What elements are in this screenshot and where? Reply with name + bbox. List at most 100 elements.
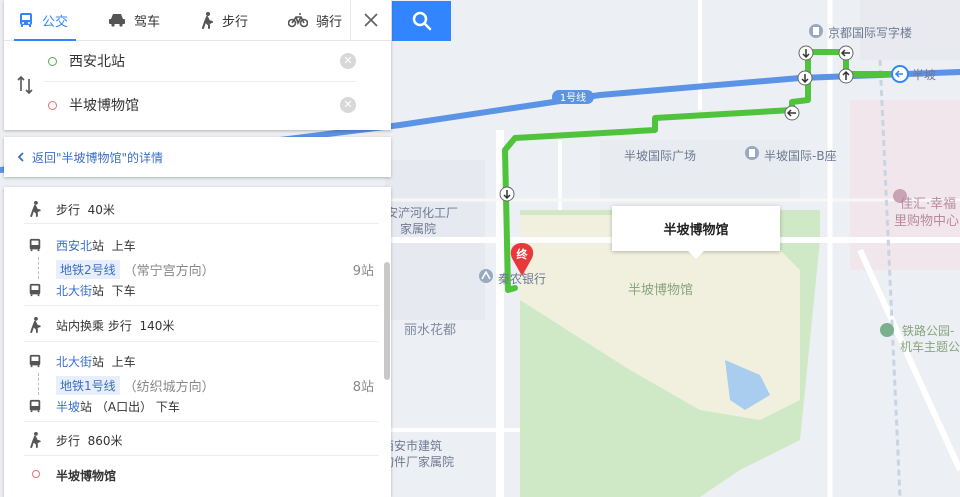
start-dot-icon	[48, 56, 57, 66]
board-action: 上车	[111, 239, 136, 253]
map-label-lishui: 丽水花都	[404, 323, 457, 338]
map-label-park-1: 铁路公园-	[902, 324, 955, 338]
chevron-left-icon	[17, 152, 24, 162]
tab-transit-label: 公交	[42, 14, 69, 30]
map-label-banpo-station: 半坡	[912, 68, 937, 82]
divider	[24, 305, 379, 306]
alight-station-link[interactable]: 半坡	[56, 400, 80, 414]
map-label-jiahui-2: 里购物中心	[894, 214, 960, 229]
destination-callout: 半坡博物馆	[612, 206, 780, 259]
tab-drive[interactable]: 驾车	[94, 0, 170, 40]
tab-bike[interactable]: 骑行	[274, 0, 352, 40]
route-direction-marker	[838, 45, 854, 61]
tab-bike-label: 骑行	[316, 14, 343, 30]
tab-drive-label: 驾车	[134, 14, 161, 30]
board-station-suffix: 站	[92, 355, 105, 369]
bus-icon	[29, 399, 41, 413]
close-button[interactable]	[350, 0, 391, 40]
clear-start-button[interactable]: ✕	[340, 53, 356, 69]
route-direction-marker	[798, 45, 814, 61]
board-station-link[interactable]: 北大街	[56, 355, 92, 369]
line-direction: （常宁宫方向）	[123, 264, 215, 279]
alight-exit: （A口出）	[95, 400, 153, 414]
destination-name: 半坡博物馆	[56, 469, 117, 483]
route-search-panel: 公交 驾车 步行 骑行 西安北站 ✕ 半坡博物馆 ✕	[4, 0, 391, 130]
map-label-anchan-1: 安浐河化工厂	[386, 206, 459, 220]
end-field[interactable]: 半坡博物馆 ✕	[44, 85, 356, 125]
walk-icon	[30, 432, 41, 448]
alight-station-suffix: 站	[80, 400, 93, 414]
map-label-jianzhu-1: 西安市建筑	[382, 439, 443, 453]
tab-walk-label: 步行	[222, 14, 249, 30]
end-dot-icon	[48, 100, 57, 110]
divider	[24, 223, 379, 224]
walk-icon	[30, 317, 41, 333]
bus-icon	[20, 13, 32, 27]
walk-icon	[202, 11, 214, 29]
route-direction-marker	[838, 68, 854, 84]
route-connector	[38, 257, 40, 279]
alight-action: 下车	[111, 284, 136, 298]
metro-line-label: 1号线	[560, 91, 586, 104]
map-label-banpo-plaza: 半坡国际广场	[624, 149, 697, 163]
line-direction: （纺织城方向）	[123, 380, 215, 395]
map-label-banpo-b: 半坡国际-B座	[764, 149, 837, 163]
step-walk-distance: 860米	[87, 434, 123, 448]
alight-action: 下车	[155, 400, 180, 414]
clear-end-button[interactable]: ✕	[340, 97, 356, 113]
route-inputs: 西安北站 ✕ 半坡博物馆 ✕	[4, 41, 391, 130]
car-icon	[109, 14, 126, 27]
back-link-label: 返回"半坡博物馆"的详情	[32, 150, 164, 165]
walk-icon	[30, 201, 41, 217]
end-dot-icon	[32, 470, 40, 478]
scrollbar[interactable]	[384, 262, 390, 380]
route-steps-panel: 步行 40米 西安北站 上车 地铁2号线 （常宁宫方向） 9站 北大街站 下车 …	[4, 187, 391, 497]
route-direction-marker	[784, 105, 800, 121]
transfer-text: 站内换乘	[56, 319, 105, 333]
building-poi-icon	[745, 146, 759, 160]
building-poi-icon	[809, 24, 823, 38]
route-connector	[38, 373, 40, 395]
metro-line-badge[interactable]: 地铁1号线	[56, 376, 120, 395]
bus-icon	[29, 354, 41, 368]
alight-station-suffix: 站	[92, 284, 105, 298]
map-label-anchan-2: 家属院	[400, 222, 437, 236]
start-marker[interactable]	[891, 65, 909, 83]
tab-transit[interactable]: 公交	[4, 0, 78, 40]
transport-mode-tabs: 公交 驾车 步行 骑行	[4, 0, 391, 41]
bank-poi-icon	[479, 269, 493, 283]
divider	[24, 455, 379, 456]
line-info-row: 地铁1号线 （纺织城方向） 8站	[56, 376, 374, 395]
end-marker-label: 终	[517, 247, 529, 261]
back-to-details-link[interactable]: 返回"半坡博物馆"的详情	[4, 137, 391, 177]
metro-line-badge[interactable]: 地铁2号线	[56, 260, 120, 279]
divider	[24, 421, 379, 422]
step-walk-verb: 步行	[56, 203, 81, 217]
swap-icon[interactable]	[16, 71, 34, 99]
start-field[interactable]: 西安北站 ✕	[44, 41, 356, 82]
bus-icon	[29, 238, 41, 252]
route-direction-marker	[499, 186, 515, 202]
park-poi-icon	[880, 323, 894, 337]
search-button[interactable]	[392, 1, 451, 41]
map-label-museum-area: 半坡博物馆	[628, 283, 694, 298]
board-station-link[interactable]: 西安北	[56, 239, 92, 253]
map-label-jianzhu-2: 构件厂家属院	[382, 455, 455, 469]
bike-icon	[288, 13, 309, 28]
board-station-suffix: 站	[92, 239, 105, 253]
step-walk-verb: 步行	[56, 434, 81, 448]
search-icon	[412, 11, 431, 31]
step-walk-distance: 40米	[87, 203, 115, 217]
divider	[24, 341, 379, 342]
line-info-row: 地铁2号线 （常宁宫方向） 9站	[56, 260, 374, 279]
stop-count: 9站	[352, 264, 374, 279]
tab-walk[interactable]: 步行	[186, 0, 258, 40]
alight-station-link[interactable]: 北大街	[56, 284, 92, 298]
stop-count: 8站	[352, 380, 374, 395]
transfer-distance: 140米	[139, 319, 175, 333]
bus-icon	[29, 283, 41, 297]
map-label-park-2: 机车主题公	[900, 340, 960, 354]
map-label-bank: 秦农银行	[498, 272, 547, 286]
route-direction-marker	[797, 70, 813, 86]
end-field-value: 半坡博物馆	[69, 98, 139, 114]
